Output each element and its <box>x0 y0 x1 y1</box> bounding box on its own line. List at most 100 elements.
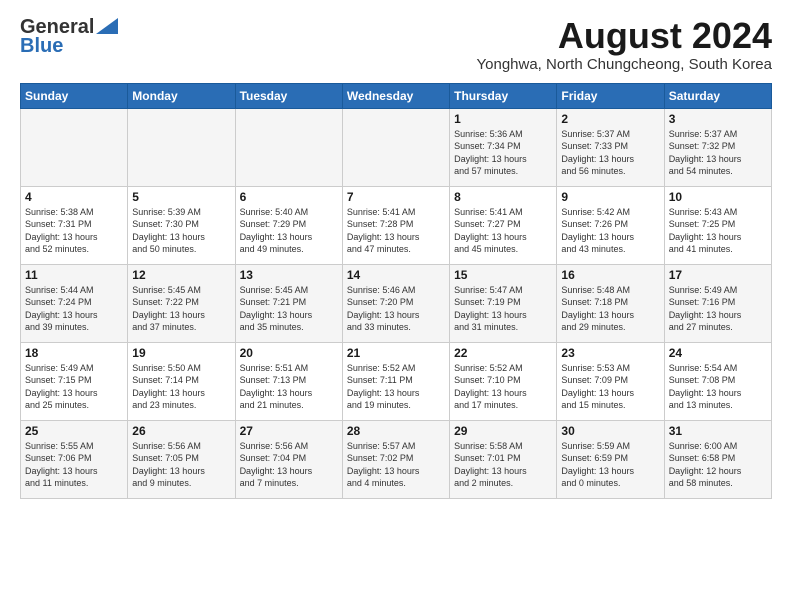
day-number: 28 <box>347 424 445 438</box>
day-cell: 31 Sunrise: 6:00 AM Sunset: 6:58 PM Dayli… <box>664 420 771 498</box>
day-info: Sunrise: 5:59 AM Sunset: 6:59 PM Dayligh… <box>561 440 659 490</box>
day-info: Sunrise: 5:47 AM Sunset: 7:19 PM Dayligh… <box>454 284 552 334</box>
day-number: 23 <box>561 346 659 360</box>
day-info: Sunrise: 5:37 AM Sunset: 7:33 PM Dayligh… <box>561 128 659 178</box>
day-number: 9 <box>561 190 659 204</box>
day-cell: 12 Sunrise: 5:45 AM Sunset: 7:22 PM Dayli… <box>128 264 235 342</box>
day-info: Sunrise: 5:55 AM Sunset: 7:06 PM Dayligh… <box>25 440 123 490</box>
day-info: Sunrise: 5:50 AM Sunset: 7:14 PM Dayligh… <box>132 362 230 412</box>
day-cell: 27Sunrise: 5:56 AM Sunset: 7:04 PM Dayli… <box>235 420 342 498</box>
day-cell: 30Sunrise: 5:59 AM Sunset: 6:59 PM Dayli… <box>557 420 664 498</box>
logo: General Blue <box>20 16 118 58</box>
day-number: 16 <box>561 268 659 282</box>
day-number: 8 <box>454 190 552 204</box>
day-number: 12 <box>132 268 230 282</box>
day-cell: 5 Sunrise: 5:39 AM Sunset: 7:30 PM Daylig… <box>128 186 235 264</box>
day-header-tuesday: Tuesday <box>235 83 342 108</box>
day-cell: 4 Sunrise: 5:38 AM Sunset: 7:31 PM Daylig… <box>21 186 128 264</box>
day-number: 24 <box>669 346 767 360</box>
day-header-friday: Friday <box>557 83 664 108</box>
day-cell: 29 Sunrise: 5:58 AM Sunset: 7:01 PM Dayli… <box>450 420 557 498</box>
title-block: August 2024 Yonghwa, North Chungcheong, … <box>477 16 773 73</box>
logo-icon <box>96 18 118 34</box>
day-number: 10 <box>669 190 767 204</box>
day-number: 15 <box>454 268 552 282</box>
day-number: 4 <box>25 190 123 204</box>
day-cell: 21 Sunrise: 5:52 AM Sunset: 7:11 PM Dayli… <box>342 342 449 420</box>
day-number: 18 <box>25 346 123 360</box>
day-info: Sunrise: 5:58 AM Sunset: 7:01 PM Dayligh… <box>454 440 552 490</box>
day-header-monday: Monday <box>128 83 235 108</box>
day-number: 17 <box>669 268 767 282</box>
day-info: Sunrise: 5:49 AM Sunset: 7:15 PM Dayligh… <box>25 362 123 412</box>
day-info: Sunrise: 5:43 AM Sunset: 7:25 PM Dayligh… <box>669 206 767 256</box>
day-info: Sunrise: 5:53 AM Sunset: 7:09 PM Dayligh… <box>561 362 659 412</box>
day-header-thursday: Thursday <box>450 83 557 108</box>
day-info: Sunrise: 5:45 AM Sunset: 7:22 PM Dayligh… <box>132 284 230 334</box>
day-cell: 25 Sunrise: 5:55 AM Sunset: 7:06 PM Dayli… <box>21 420 128 498</box>
day-cell: 8Sunrise: 5:41 AM Sunset: 7:27 PM Daylig… <box>450 186 557 264</box>
day-number: 2 <box>561 112 659 126</box>
day-cell: 26Sunrise: 5:56 AM Sunset: 7:05 PM Dayli… <box>128 420 235 498</box>
day-number: 20 <box>240 346 338 360</box>
day-cell: 2 Sunrise: 5:37 AM Sunset: 7:33 PM Daylig… <box>557 108 664 186</box>
day-number: 3 <box>669 112 767 126</box>
day-number: 5 <box>132 190 230 204</box>
day-cell: 28Sunrise: 5:57 AM Sunset: 7:02 PM Dayli… <box>342 420 449 498</box>
day-info: Sunrise: 5:45 AM Sunset: 7:21 PM Dayligh… <box>240 284 338 334</box>
day-header-saturday: Saturday <box>664 83 771 108</box>
day-info: Sunrise: 5:52 AM Sunset: 7:11 PM Dayligh… <box>347 362 445 412</box>
day-number: 19 <box>132 346 230 360</box>
day-cell: 9 Sunrise: 5:42 AM Sunset: 7:26 PM Daylig… <box>557 186 664 264</box>
day-number: 29 <box>454 424 552 438</box>
day-cell <box>235 108 342 186</box>
day-number: 11 <box>25 268 123 282</box>
day-cell: 3 Sunrise: 5:37 AM Sunset: 7:32 PM Daylig… <box>664 108 771 186</box>
week-row-5: 25 Sunrise: 5:55 AM Sunset: 7:06 PM Dayli… <box>21 420 772 498</box>
location: Yonghwa, North Chungcheong, South Korea <box>477 56 773 73</box>
day-info: Sunrise: 5:52 AM Sunset: 7:10 PM Dayligh… <box>454 362 552 412</box>
day-cell: 24 Sunrise: 5:54 AM Sunset: 7:08 PM Dayli… <box>664 342 771 420</box>
day-cell: 6Sunrise: 5:40 AM Sunset: 7:29 PM Daylig… <box>235 186 342 264</box>
day-info: Sunrise: 5:44 AM Sunset: 7:24 PM Dayligh… <box>25 284 123 334</box>
day-number: 7 <box>347 190 445 204</box>
day-cell: 23 Sunrise: 5:53 AM Sunset: 7:09 PM Dayli… <box>557 342 664 420</box>
day-number: 13 <box>240 268 338 282</box>
day-cell: 13 Sunrise: 5:45 AM Sunset: 7:21 PM Dayli… <box>235 264 342 342</box>
day-number: 14 <box>347 268 445 282</box>
month-year: August 2024 <box>477 16 773 56</box>
day-cell: 22 Sunrise: 5:52 AM Sunset: 7:10 PM Dayli… <box>450 342 557 420</box>
day-cell: 11 Sunrise: 5:44 AM Sunset: 7:24 PM Dayli… <box>21 264 128 342</box>
week-row-3: 11 Sunrise: 5:44 AM Sunset: 7:24 PM Dayli… <box>21 264 772 342</box>
day-number: 22 <box>454 346 552 360</box>
logo-blue: Blue <box>20 35 63 58</box>
day-cell <box>342 108 449 186</box>
day-cell: 17Sunrise: 5:49 AM Sunset: 7:16 PM Dayli… <box>664 264 771 342</box>
day-cell: 16Sunrise: 5:48 AM Sunset: 7:18 PM Dayli… <box>557 264 664 342</box>
day-info: Sunrise: 5:56 AM Sunset: 7:05 PM Dayligh… <box>132 440 230 490</box>
day-info: Sunrise: 6:00 AM Sunset: 6:58 PM Dayligh… <box>669 440 767 490</box>
day-info: Sunrise: 5:46 AM Sunset: 7:20 PM Dayligh… <box>347 284 445 334</box>
day-info: Sunrise: 5:54 AM Sunset: 7:08 PM Dayligh… <box>669 362 767 412</box>
day-header-sunday: Sunday <box>21 83 128 108</box>
day-number: 27 <box>240 424 338 438</box>
day-cell: 7Sunrise: 5:41 AM Sunset: 7:28 PM Daylig… <box>342 186 449 264</box>
day-number: 25 <box>25 424 123 438</box>
day-info: Sunrise: 5:39 AM Sunset: 7:30 PM Dayligh… <box>132 206 230 256</box>
day-cell: 14 Sunrise: 5:46 AM Sunset: 7:20 PM Dayli… <box>342 264 449 342</box>
day-info: Sunrise: 5:51 AM Sunset: 7:13 PM Dayligh… <box>240 362 338 412</box>
day-number: 21 <box>347 346 445 360</box>
calendar-table: SundayMondayTuesdayWednesdayThursdayFrid… <box>20 83 772 499</box>
day-info: Sunrise: 5:37 AM Sunset: 7:32 PM Dayligh… <box>669 128 767 178</box>
week-row-4: 18 Sunrise: 5:49 AM Sunset: 7:15 PM Dayli… <box>21 342 772 420</box>
day-number: 1 <box>454 112 552 126</box>
day-cell: 19 Sunrise: 5:50 AM Sunset: 7:14 PM Dayli… <box>128 342 235 420</box>
day-cell: 10 Sunrise: 5:43 AM Sunset: 7:25 PM Dayli… <box>664 186 771 264</box>
day-info: Sunrise: 5:40 AM Sunset: 7:29 PM Dayligh… <box>240 206 338 256</box>
day-cell: 15 Sunrise: 5:47 AM Sunset: 7:19 PM Dayli… <box>450 264 557 342</box>
day-info: Sunrise: 5:38 AM Sunset: 7:31 PM Dayligh… <box>25 206 123 256</box>
week-row-2: 4 Sunrise: 5:38 AM Sunset: 7:31 PM Daylig… <box>21 186 772 264</box>
day-info: Sunrise: 5:42 AM Sunset: 7:26 PM Dayligh… <box>561 206 659 256</box>
day-number: 31 <box>669 424 767 438</box>
day-info: Sunrise: 5:36 AM Sunset: 7:34 PM Dayligh… <box>454 128 552 178</box>
